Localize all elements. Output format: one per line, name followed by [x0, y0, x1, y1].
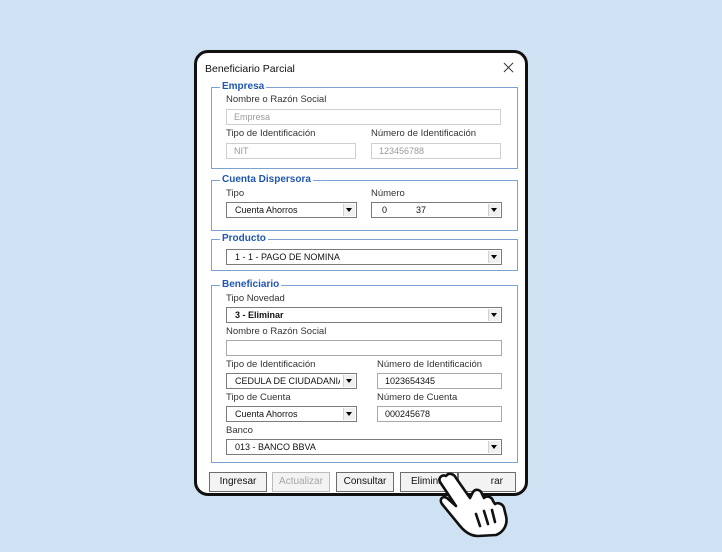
- dialog-title: Beneficiario Parcial: [205, 63, 295, 75]
- title-bar: Beneficiario Parcial: [197, 53, 525, 83]
- beneficiario-banco-value: 013 - BANCO BBVA: [235, 442, 316, 452]
- frame-producto-legend: Producto: [220, 233, 268, 245]
- beneficiario-tipo-id-label: Tipo de Identificación: [226, 359, 316, 370]
- close-icon[interactable]: [500, 59, 518, 77]
- frame-producto: Producto 1 - 1 - PAGO DE NOMINA: [211, 233, 518, 271]
- cuenta-numero-label: Número: [371, 188, 405, 199]
- cuenta-tipo-label: Tipo: [226, 188, 245, 199]
- consultar-button[interactable]: Consultar: [336, 472, 394, 492]
- cuenta-tipo-value: Cuenta Ahorros: [235, 205, 298, 215]
- ingresar-button[interactable]: Ingresar: [209, 472, 267, 492]
- beneficiario-num-cuenta-label: Número de Cuenta: [377, 392, 458, 403]
- chevron-down-icon[interactable]: [488, 441, 500, 453]
- beneficiario-tipo-cuenta-value: Cuenta Ahorros: [235, 409, 298, 419]
- chevron-down-icon[interactable]: [343, 375, 355, 387]
- beneficiario-banco-label: Banco: [226, 425, 253, 436]
- chevron-down-icon[interactable]: [488, 251, 500, 263]
- frame-cuenta-legend: Cuenta Dispersora: [220, 174, 313, 186]
- dialog-beneficiario-parcial: Beneficiario Parcial Empresa Nombre o Ra…: [194, 50, 528, 496]
- empresa-num-id-label: Número de Identificación: [371, 128, 477, 139]
- beneficiario-tipo-cuenta-label: Tipo de Cuenta: [226, 392, 291, 403]
- beneficiario-num-cuenta-field[interactable]: 000245678: [377, 406, 502, 422]
- chevron-down-icon[interactable]: [488, 309, 500, 321]
- chevron-down-icon[interactable]: [488, 204, 500, 216]
- beneficiario-num-id-field[interactable]: 1023654345: [377, 373, 502, 389]
- cuenta-tipo-select[interactable]: Cuenta Ahorros: [226, 202, 357, 218]
- empresa-num-id-field: 123456788: [371, 143, 501, 159]
- actualizar-button[interactable]: Actualizar: [272, 472, 330, 492]
- producto-select[interactable]: 1 - 1 - PAGO DE NOMINA: [226, 249, 502, 265]
- beneficiario-tipo-id-select[interactable]: CEDULA DE CIUDADANIA: [226, 373, 357, 389]
- chevron-down-icon[interactable]: [343, 204, 355, 216]
- beneficiario-num-id-label: Número de Identificación: [377, 359, 483, 370]
- hand-pointer-icon: [438, 472, 508, 538]
- empresa-nombre-label: Nombre o Razón Social: [226, 94, 327, 105]
- empresa-tipo-id-field: NIT: [226, 143, 356, 159]
- beneficiario-tipo-id-value: CEDULA DE CIUDADANIA: [235, 376, 340, 386]
- empresa-tipo-id-label: Tipo de Identificación: [226, 128, 316, 139]
- cuenta-numero-suffix: 37: [416, 205, 427, 215]
- beneficiario-nombre-field[interactable]: [226, 340, 502, 356]
- cuenta-numero-select[interactable]: 0 37: [371, 202, 502, 218]
- beneficiario-banco-select[interactable]: 013 - BANCO BBVA: [226, 439, 502, 455]
- beneficiario-nombre-label: Nombre o Razón Social: [226, 326, 327, 337]
- beneficiario-novedad-value: 3 - Eliminar: [235, 310, 284, 320]
- beneficiario-novedad-select[interactable]: 3 - Eliminar: [226, 307, 502, 323]
- beneficiario-novedad-label: Tipo Novedad: [226, 293, 285, 304]
- frame-beneficiario-legend: Beneficiario: [220, 279, 282, 291]
- frame-empresa-legend: Empresa: [220, 81, 267, 93]
- frame-cuenta-dispersora: Cuenta Dispersora Tipo Cuenta Ahorros Nú…: [211, 174, 518, 231]
- frame-beneficiario: Beneficiario Tipo Novedad 3 - Eliminar N…: [211, 279, 518, 463]
- beneficiario-tipo-cuenta-select[interactable]: Cuenta Ahorros: [226, 406, 357, 422]
- producto-value: 1 - 1 - PAGO DE NOMINA: [235, 252, 340, 262]
- empresa-nombre-field: Empresa: [226, 109, 501, 125]
- frame-empresa: Empresa Nombre o Razón Social Empresa Ti…: [211, 81, 518, 169]
- chevron-down-icon[interactable]: [343, 408, 355, 420]
